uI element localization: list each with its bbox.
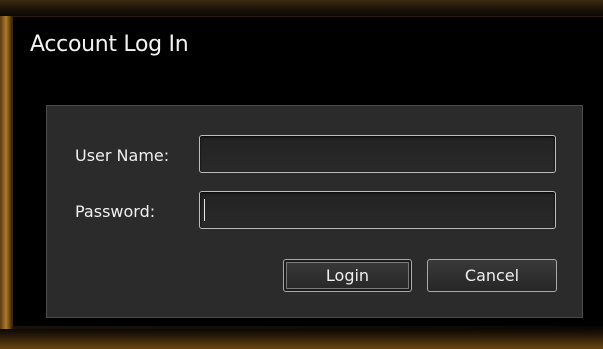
user-name-label: User Name:	[75, 146, 170, 165]
login-button-label: Login	[325, 266, 370, 285]
app-background-frame: Account Log In User Name: Password: Logi…	[0, 0, 603, 349]
cancel-button-label: Cancel	[464, 266, 520, 285]
user-name-input[interactable]	[199, 135, 556, 173]
login-form-panel: User Name: Password: Login Cancel	[46, 105, 583, 318]
cancel-button[interactable]: Cancel	[427, 259, 557, 292]
login-button[interactable]: Login	[283, 259, 412, 292]
password-input[interactable]	[199, 191, 556, 229]
bottom-border-glow	[0, 329, 603, 349]
top-border-glow	[0, 0, 603, 16]
password-label: Password:	[75, 202, 156, 221]
dialog-title: Account Log In	[30, 32, 189, 57]
text-caret	[204, 199, 205, 221]
